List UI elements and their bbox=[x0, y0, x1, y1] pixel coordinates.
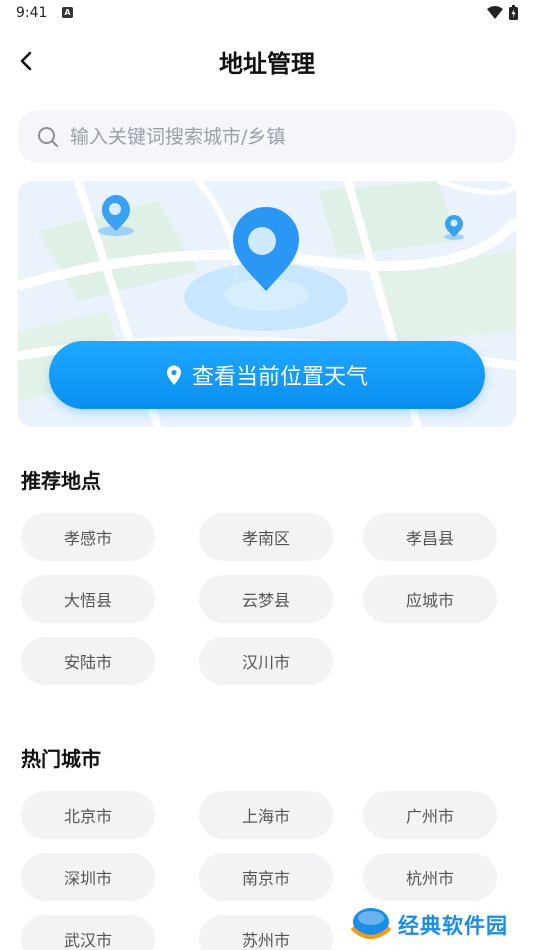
search-icon bbox=[38, 126, 59, 147]
hot-city-chip[interactable]: 武汉市 bbox=[21, 915, 155, 950]
hot-city-chip[interactable]: 广州市 bbox=[363, 791, 497, 839]
map-card: 查看当前位置天气 bbox=[18, 181, 516, 427]
hot-city-chip[interactable]: 上海市 bbox=[199, 791, 333, 839]
status-time: 9:41 bbox=[16, 5, 48, 21]
recommended-title: 推荐地点 bbox=[21, 469, 101, 493]
status-bar: 9:41 A bbox=[0, 0, 534, 28]
wifi-icon bbox=[487, 6, 503, 19]
recommended-chip[interactable]: 安陆市 bbox=[21, 637, 155, 685]
watermark-logo-icon bbox=[350, 908, 392, 939]
battery-icon bbox=[509, 5, 518, 20]
notification-icon: A bbox=[62, 7, 73, 18]
hot-city-chip[interactable]: 北京市 bbox=[21, 791, 155, 839]
status-icons bbox=[487, 5, 518, 20]
recommended-chip[interactable]: 孝昌县 bbox=[363, 513, 497, 561]
header: 地址管理 bbox=[0, 36, 534, 86]
search-bar[interactable] bbox=[18, 110, 516, 163]
hot-city-chip[interactable]: 杭州市 bbox=[363, 853, 497, 901]
hot-city-chip[interactable]: 南京市 bbox=[199, 853, 333, 901]
recommended-chip[interactable]: 云梦县 bbox=[199, 575, 333, 623]
hot-cities-title: 热门城市 bbox=[21, 747, 101, 771]
recommended-chip[interactable]: 孝感市 bbox=[21, 513, 155, 561]
page-title: 地址管理 bbox=[219, 50, 315, 78]
current-location-weather-button[interactable]: 查看当前位置天气 bbox=[49, 341, 485, 409]
recommended-chip[interactable]: 应城市 bbox=[363, 575, 497, 623]
current-location-weather-label: 查看当前位置天气 bbox=[191, 365, 368, 390]
recommended-chip[interactable]: 大悟县 bbox=[21, 575, 155, 623]
watermark: 经典软件园 bbox=[350, 903, 534, 947]
recommended-chip[interactable]: 汉川市 bbox=[199, 637, 333, 685]
search-input[interactable] bbox=[70, 125, 470, 148]
hot-city-chip[interactable]: 深圳市 bbox=[21, 853, 155, 901]
watermark-text: 经典软件园 bbox=[398, 914, 508, 938]
recommended-chip[interactable]: 孝南区 bbox=[199, 513, 333, 561]
hot-city-chip[interactable]: 苏州市 bbox=[199, 915, 333, 950]
location-pin-icon bbox=[166, 365, 181, 385]
